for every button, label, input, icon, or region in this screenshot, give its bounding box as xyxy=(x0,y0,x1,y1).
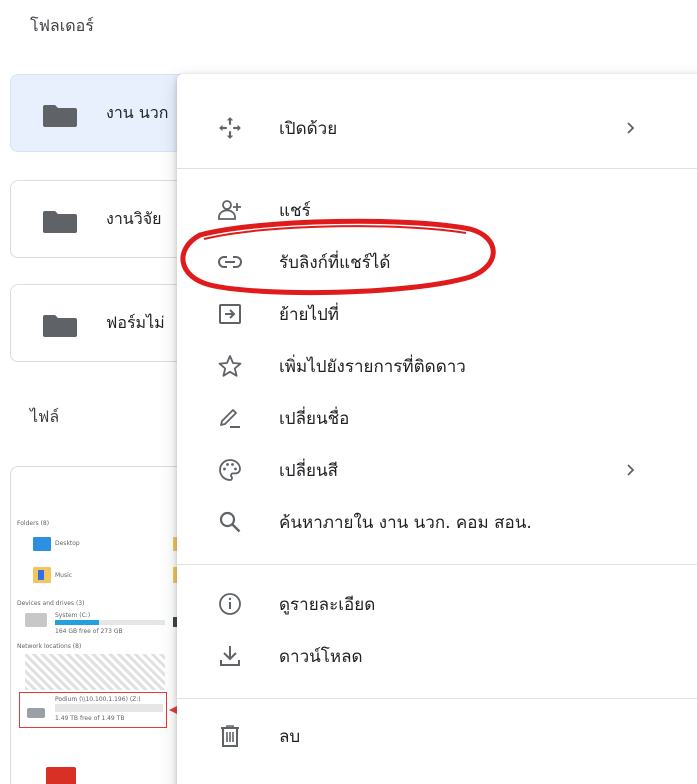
menu-item-delete[interactable]: ลบ xyxy=(177,710,697,762)
menu-item-view-details[interactable]: ดูรายละเอียด xyxy=(177,578,697,630)
folder-icon xyxy=(43,315,77,337)
thumb-devices-header: Devices and drives (3) xyxy=(17,600,85,607)
download-icon xyxy=(220,646,240,666)
menu-divider xyxy=(177,564,697,565)
menu-item-move-to[interactable]: ย้ายไปที่ xyxy=(177,288,697,340)
thumb-system-drive: System (C:) xyxy=(55,612,91,619)
menu-item-download[interactable]: ดาวน์โหลด xyxy=(177,630,697,682)
drive-usage-bar xyxy=(55,620,165,625)
menu-label: เพิ่มไปยังรายการที่ติดดาว xyxy=(279,357,466,377)
folder-icon xyxy=(43,105,77,127)
info-icon xyxy=(219,593,241,615)
pencil-icon xyxy=(220,409,240,428)
folder-name: งานวิจัย xyxy=(106,209,162,228)
red-arrow-icon xyxy=(169,706,177,714)
network-drive-usage-bar xyxy=(55,704,163,712)
menu-label: ค้นหาภายใน งาน นวก. คอม สอน. xyxy=(279,513,532,533)
person-add-icon xyxy=(218,200,241,220)
menu-label: รับลิงก์ที่แชร์ได้ xyxy=(279,253,391,273)
desktop-folder-icon xyxy=(33,537,51,551)
folder-icon xyxy=(43,211,77,233)
files-section-label: ไฟล์ xyxy=(30,407,60,426)
menu-item-search-within[interactable]: ค้นหาภายใน งาน นวก. คอม สอน. xyxy=(177,496,697,548)
trash-icon xyxy=(221,725,239,747)
menu-item-add-star[interactable]: เพิ่มไปยังรายการที่ติดดาว xyxy=(177,340,697,392)
star-icon xyxy=(218,355,242,377)
thumb-system-free: 164 GB free of 273 GB xyxy=(55,628,123,635)
thumb-network-drive: Podium (\\10.100.1.196) (Z:) xyxy=(55,696,141,703)
search-icon xyxy=(219,511,241,533)
chevron-right-icon xyxy=(627,122,635,134)
move-to-icon xyxy=(219,304,241,324)
thumb-network-header: Network locations (8) xyxy=(17,643,82,650)
menu-divider xyxy=(177,698,697,699)
menu-label: ย้ายไปที่ xyxy=(279,305,340,325)
network-drive-icon xyxy=(27,708,45,718)
menu-label: เปิดด้วย xyxy=(279,119,338,139)
menu-item-open-with[interactable]: เปิดด้วย xyxy=(177,102,697,154)
menu-label: ดูรายละเอียด xyxy=(279,595,376,615)
thumb-network-free: 1.49 TB free of 1.49 TB xyxy=(55,715,125,722)
drive-icon xyxy=(25,613,47,627)
menu-item-rename[interactable]: เปลี่ยนชื่อ xyxy=(177,392,697,444)
menu-item-share[interactable]: แชร์ xyxy=(177,184,697,236)
music-note-icon xyxy=(38,570,44,580)
file-type-icon xyxy=(46,767,76,784)
thumb-desktop: Desktop xyxy=(55,540,80,547)
blurred-network-items xyxy=(25,654,165,690)
menu-item-change-color[interactable]: เปลี่ยนสี xyxy=(177,444,697,496)
drive-page: โฟลเดอร์ งาน นวก งานวิจัย ฟอร์มไม่ ไฟล์ … xyxy=(0,0,697,784)
chevron-right-icon xyxy=(627,464,635,476)
menu-label: เปลี่ยนสี xyxy=(279,461,338,481)
menu-divider xyxy=(177,168,697,169)
folder-name: ฟอร์มไม่ xyxy=(106,313,165,332)
move-arrows-icon xyxy=(219,117,241,139)
menu-label: เปลี่ยนชื่อ xyxy=(279,409,350,429)
context-menu: เปิดด้วย แชร์ รับลิงก์ที่แชร์ได้ ย้ายไปท… xyxy=(177,74,697,784)
thumb-music: Music xyxy=(55,572,73,579)
menu-item-get-link[interactable]: รับลิงก์ที่แชร์ได้ xyxy=(177,236,697,288)
menu-label: ลบ xyxy=(279,727,301,747)
palette-icon xyxy=(219,459,241,481)
menu-label: ดาวน์โหลด xyxy=(279,647,363,667)
folders-section-label: โฟลเดอร์ xyxy=(30,16,94,35)
thumb-folders-header: Folders (8) xyxy=(17,520,50,527)
menu-label: แชร์ xyxy=(279,201,311,221)
folder-name: งาน นวก xyxy=(106,103,169,122)
link-icon xyxy=(218,256,242,268)
